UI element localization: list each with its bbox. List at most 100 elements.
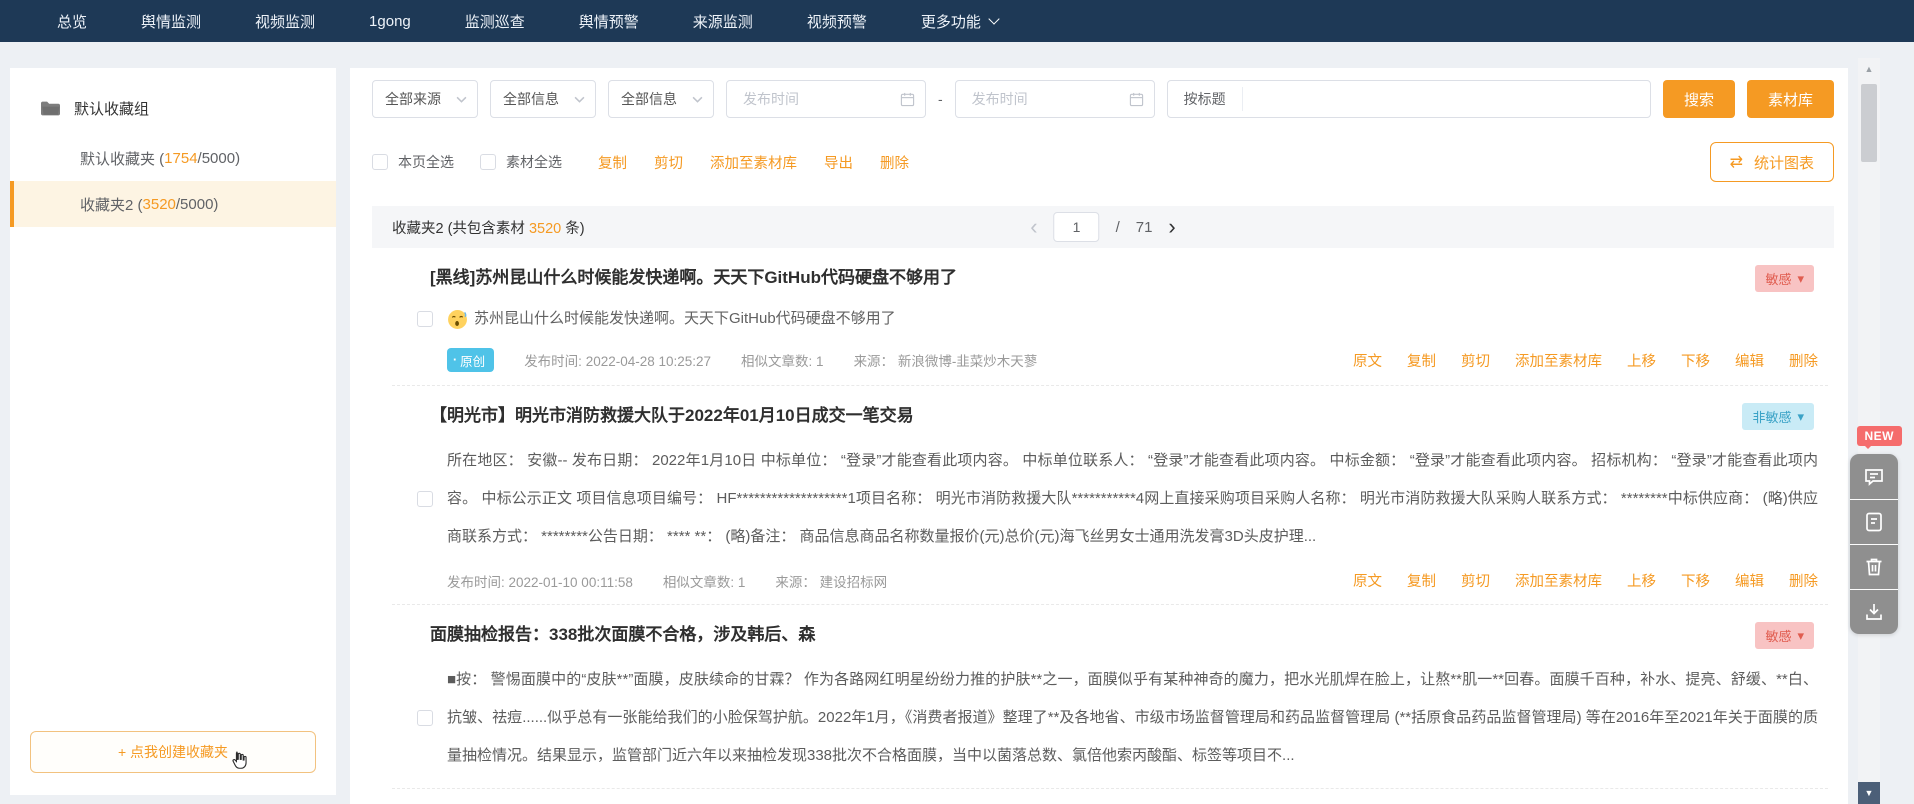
bulk-export-link[interactable]: 导出 — [824, 152, 853, 173]
publish-time: 发布时间: 2022-01-10 00:11:58 — [447, 574, 633, 590]
next-page-button[interactable]: › — [1168, 216, 1175, 238]
source-select-value: 全部来源 — [385, 91, 441, 107]
nav-item-video-monitor[interactable]: 视频监测 — [228, 0, 342, 42]
sidebar-group-label: 默认收藏组 — [74, 101, 150, 118]
list-header: 收藏夹2 (共包含素材 3520 条) ‹ / 71 › — [372, 206, 1834, 248]
date-start-field[interactable] — [726, 80, 926, 118]
folder-count: 3520 — [142, 195, 176, 213]
edit-link[interactable]: 编辑 — [1735, 350, 1764, 371]
item-content: 所在地区： 安徽-- 发布日期： 2022年1月10日 中标单位： “登录”才能… — [447, 452, 1818, 545]
bulk-links: 复制 剪切 添加至素材库 导出 删除 — [598, 152, 909, 173]
download-icon[interactable] — [1850, 589, 1898, 634]
stats-chart-label: 统计图表 — [1753, 154, 1814, 172]
stats-chart-button[interactable]: ⇄ 统计图表 — [1709, 142, 1834, 182]
item-content: 苏州昆山什么时候能发快递啊。天天下GitHub代码硬盘不够用了 — [474, 310, 896, 327]
sidebar-folder-2[interactable]: 收藏夹2 (3520/5000) — [10, 181, 336, 227]
trash-icon[interactable] — [1850, 544, 1898, 589]
add-to-library-link[interactable]: 添加至素材库 — [1515, 350, 1602, 371]
item-title[interactable]: 面膜抽检报告：338批次面膜不合格，涉及韩后、森 — [430, 622, 815, 648]
folder-limit: /5000) — [197, 149, 241, 167]
date-end-input[interactable] — [969, 90, 1129, 108]
search-button[interactable]: 搜索 — [1662, 80, 1735, 118]
nav-item-source-monitor[interactable]: 来源监测 — [666, 0, 780, 42]
date-start-input[interactable] — [741, 90, 900, 108]
title-search-label: 按标题 — [1168, 87, 1243, 111]
sensitivity-badge[interactable]: 非敏感 ▾ — [1742, 403, 1814, 430]
chevron-down-icon — [574, 96, 585, 103]
bulk-copy-link[interactable]: 复制 — [598, 152, 627, 173]
item-title[interactable]: [黑线]苏州昆山什么时候能发快递啊。天天下GitHub代码硬盘不够用了 — [430, 265, 957, 291]
cut-link[interactable]: 剪切 — [1461, 350, 1490, 371]
document-icon[interactable] — [1850, 499, 1898, 544]
bulk-action-bar: 本页全选 素材全选 复制 剪切 添加至素材库 导出 删除 ⇄ 统计图表 — [372, 142, 1834, 182]
list-item: 面膜抽检报告：338批次面膜不合格，涉及韩后、森 敏感 ▾ ■按： 警惕面膜中的“… — [392, 605, 1828, 789]
info-select-1[interactable]: 全部信息 — [490, 80, 596, 118]
cut-link[interactable]: 剪切 — [1461, 570, 1490, 591]
sidebar-folder-default[interactable]: 默认收藏夹 (1754/5000) — [10, 135, 336, 181]
filter-row: 全部来源 全部信息 全部信息 - — [372, 80, 1834, 118]
top-nav: 总览 舆情监测 视频监测 1gong 监测巡查 舆情预警 来源监测 视频预警 更… — [0, 0, 1914, 42]
sensitivity-badge[interactable]: 敏感 ▾ — [1755, 265, 1814, 292]
original-link[interactable]: 原文 — [1353, 350, 1382, 371]
sweat-emoji-icon — [448, 309, 467, 329]
sidebar-group-default[interactable]: 默认收藏组 — [10, 68, 336, 135]
nav-item-inspection[interactable]: 监测巡查 — [438, 0, 552, 42]
nav-item-overview[interactable]: 总览 — [30, 0, 114, 42]
scroll-down-button[interactable]: ▼ — [1858, 782, 1880, 804]
folder-count: 1754 — [164, 149, 198, 167]
bulk-add-to-library-link[interactable]: 添加至素材库 — [710, 152, 797, 173]
select-material-checkbox[interactable] — [480, 154, 496, 170]
page-input[interactable] — [1053, 212, 1100, 242]
move-down-link[interactable]: 下移 — [1681, 570, 1710, 591]
item-title[interactable]: 【明光市】明光市消防救援大队于2022年01月10日成交一笔交易 — [430, 403, 914, 429]
scrollbar-thumb[interactable] — [1861, 84, 1877, 162]
total-pages: 71 — [1135, 218, 1153, 236]
prev-page-button[interactable]: ‹ — [1030, 216, 1037, 238]
folder-limit: /5000) — [175, 195, 219, 213]
material-library-button[interactable]: 素材库 — [1746, 80, 1834, 118]
bulk-cut-link[interactable]: 剪切 — [654, 152, 683, 173]
move-up-link[interactable]: 上移 — [1627, 570, 1656, 591]
swap-arrows-icon: ⇄ — [1729, 154, 1743, 171]
floating-toolbar — [1850, 454, 1898, 634]
edit-link[interactable]: 编辑 — [1735, 570, 1764, 591]
item-checkbox[interactable] — [417, 710, 433, 726]
item-checkbox[interactable] — [417, 491, 433, 507]
item-content: ■按： 警惕面膜中的“皮肤**”面膜，皮肤续命的甘霖？ 作为各路网红明星纷纷力推… — [447, 671, 1818, 764]
title-search-input[interactable] — [1242, 91, 1650, 107]
hand-cursor-icon — [228, 748, 250, 777]
add-to-library-link[interactable]: 添加至素材库 — [1515, 570, 1602, 591]
delete-link[interactable]: 删除 — [1789, 350, 1818, 371]
publish-time: 发布时间: 2022-04-28 10:25:27 — [524, 354, 712, 369]
create-folder-button[interactable]: + 点我创建收藏夹 — [30, 731, 316, 773]
move-up-link[interactable]: 上移 — [1627, 350, 1656, 371]
nav-more-menu[interactable]: 更多功能 — [894, 0, 1025, 42]
info-select-2[interactable]: 全部信息 — [608, 80, 714, 118]
select-page-checkbox[interactable] — [372, 154, 388, 170]
chevron-down-icon — [988, 13, 1000, 25]
original-link[interactable]: 原文 — [1353, 570, 1382, 591]
nav-item-sentiment-alert[interactable]: 舆情预警 — [552, 0, 666, 42]
date-end-field[interactable] — [954, 80, 1155, 118]
copy-link[interactable]: 复制 — [1407, 570, 1436, 591]
nav-item-video-alert[interactable]: 视频预警 — [780, 0, 894, 42]
item-checkbox[interactable] — [417, 311, 433, 327]
calendar-icon — [900, 92, 915, 106]
caret-down-icon: ▾ — [1797, 627, 1804, 643]
source-select[interactable]: 全部来源 — [372, 80, 478, 118]
chevron-down-icon — [456, 96, 467, 103]
nav-more-label: 更多功能 — [920, 13, 981, 31]
sensitivity-badge[interactable]: 敏感 ▾ — [1755, 622, 1814, 649]
move-down-link[interactable]: 下移 — [1681, 350, 1710, 371]
folder-icon — [40, 100, 61, 117]
nav-item-1gong[interactable]: 1gong — [342, 0, 438, 42]
list-item: 【明光市】明光市消防救援大队于2022年01月10日成交一笔交易 非敏感 ▾ 所在… — [392, 386, 1828, 605]
nav-item-sentiment-monitor[interactable]: 舆情监测 — [114, 0, 228, 42]
bulk-delete-link[interactable]: 删除 — [880, 152, 909, 173]
comment-icon[interactable] — [1850, 454, 1898, 499]
scroll-up-button[interactable]: ▲ — [1858, 58, 1880, 80]
copy-link[interactable]: 复制 — [1407, 350, 1436, 371]
date-range-separator: - — [938, 91, 943, 107]
origin-tag: 原创 — [447, 348, 495, 372]
delete-link[interactable]: 删除 — [1789, 570, 1818, 591]
